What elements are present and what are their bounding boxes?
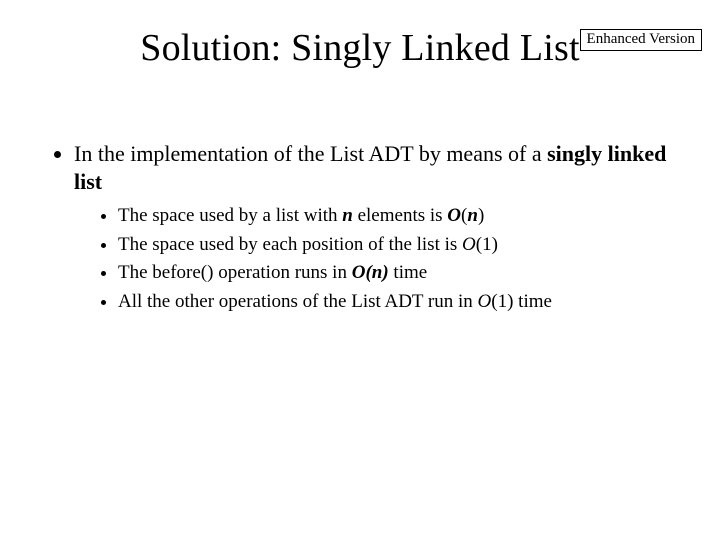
big-o: O bbox=[478, 291, 492, 312]
var-n: n bbox=[342, 205, 353, 226]
text: The space used by each position of the l… bbox=[118, 234, 462, 255]
inner-list: The space used by a list with n elements… bbox=[74, 203, 672, 315]
text: ) bbox=[478, 205, 484, 226]
text: The space used by a list with bbox=[118, 205, 342, 226]
big-o-n: O(n) bbox=[352, 262, 389, 283]
slide-body: In the implementation of the List ADT by… bbox=[0, 140, 720, 315]
list-item: The space used by a list with n elements… bbox=[118, 203, 672, 229]
outer-list: In the implementation of the List ADT by… bbox=[48, 140, 672, 315]
big-o: O bbox=[447, 205, 461, 226]
intro-text: In the implementation of the List ADT by… bbox=[74, 141, 547, 166]
var-n: n bbox=[467, 205, 478, 226]
text: All the other operations of the List ADT… bbox=[118, 291, 478, 312]
list-item: All the other operations of the List ADT… bbox=[118, 289, 672, 315]
intro-bullet: In the implementation of the List ADT by… bbox=[74, 140, 672, 315]
text: time bbox=[389, 262, 428, 283]
text: The before() operation runs in bbox=[118, 262, 352, 283]
list-item: The before() operation runs in O(n) time bbox=[118, 260, 672, 286]
list-item: The space used by each position of the l… bbox=[118, 232, 672, 258]
text: (1) time bbox=[491, 291, 552, 312]
badge-enhanced-version: Enhanced Version bbox=[580, 29, 702, 51]
big-o: O bbox=[462, 234, 476, 255]
text: elements is bbox=[353, 205, 447, 226]
text: (1) bbox=[476, 234, 498, 255]
